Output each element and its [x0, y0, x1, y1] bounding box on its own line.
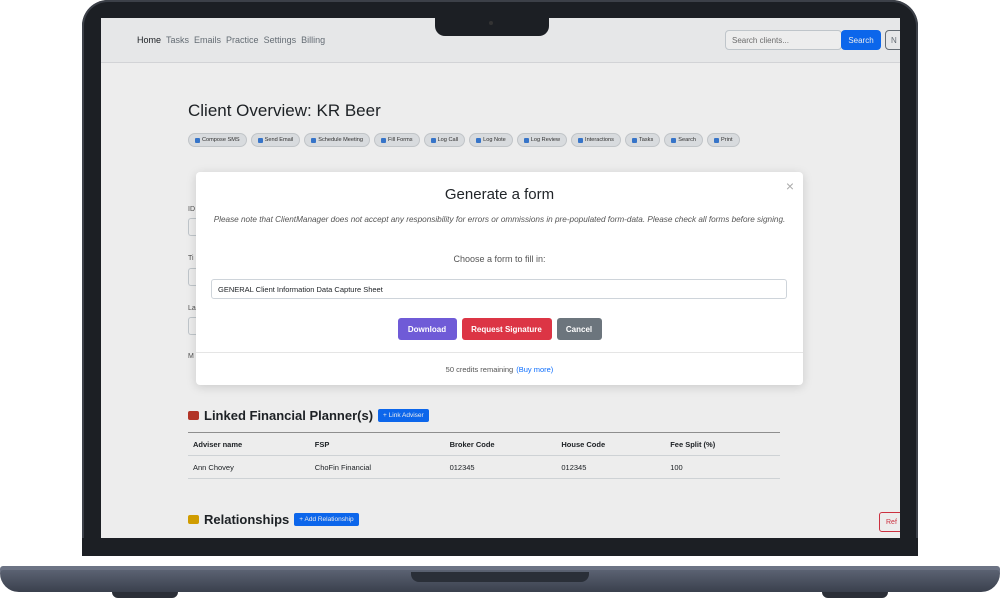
- form-select[interactable]: GENERAL Client Information Data Capture …: [211, 279, 787, 299]
- camera-icon: [489, 21, 493, 25]
- buy-more-link[interactable]: (Buy more): [516, 365, 553, 374]
- generate-form-modal: × Generate a form Please note that Clien…: [196, 172, 803, 385]
- laptop-foot-left: [112, 592, 178, 598]
- credits-remaining: 50 credits remaining: [445, 365, 514, 374]
- laptop-foot-right: [822, 592, 888, 598]
- camera-notch: [435, 18, 549, 36]
- download-button[interactable]: Download: [397, 318, 457, 340]
- modal-button-row: Download Request Signature Cancel: [196, 318, 803, 340]
- choose-form-label: Choose a form to fill in:: [453, 254, 546, 264]
- modal-footer: 50 credits remaining (Buy more): [196, 352, 803, 386]
- laptop-hinge: [411, 572, 589, 582]
- cancel-button[interactable]: Cancel: [556, 318, 602, 340]
- modal-disclaimer: Please note that ClientManager does not …: [213, 215, 786, 224]
- screen: Home Tasks Emails Practice Settings Bill…: [101, 18, 900, 538]
- laptop-bezel: [82, 538, 918, 556]
- modal-title: Generate a form: [444, 186, 555, 203]
- request-signature-button[interactable]: Request Signature: [461, 318, 552, 340]
